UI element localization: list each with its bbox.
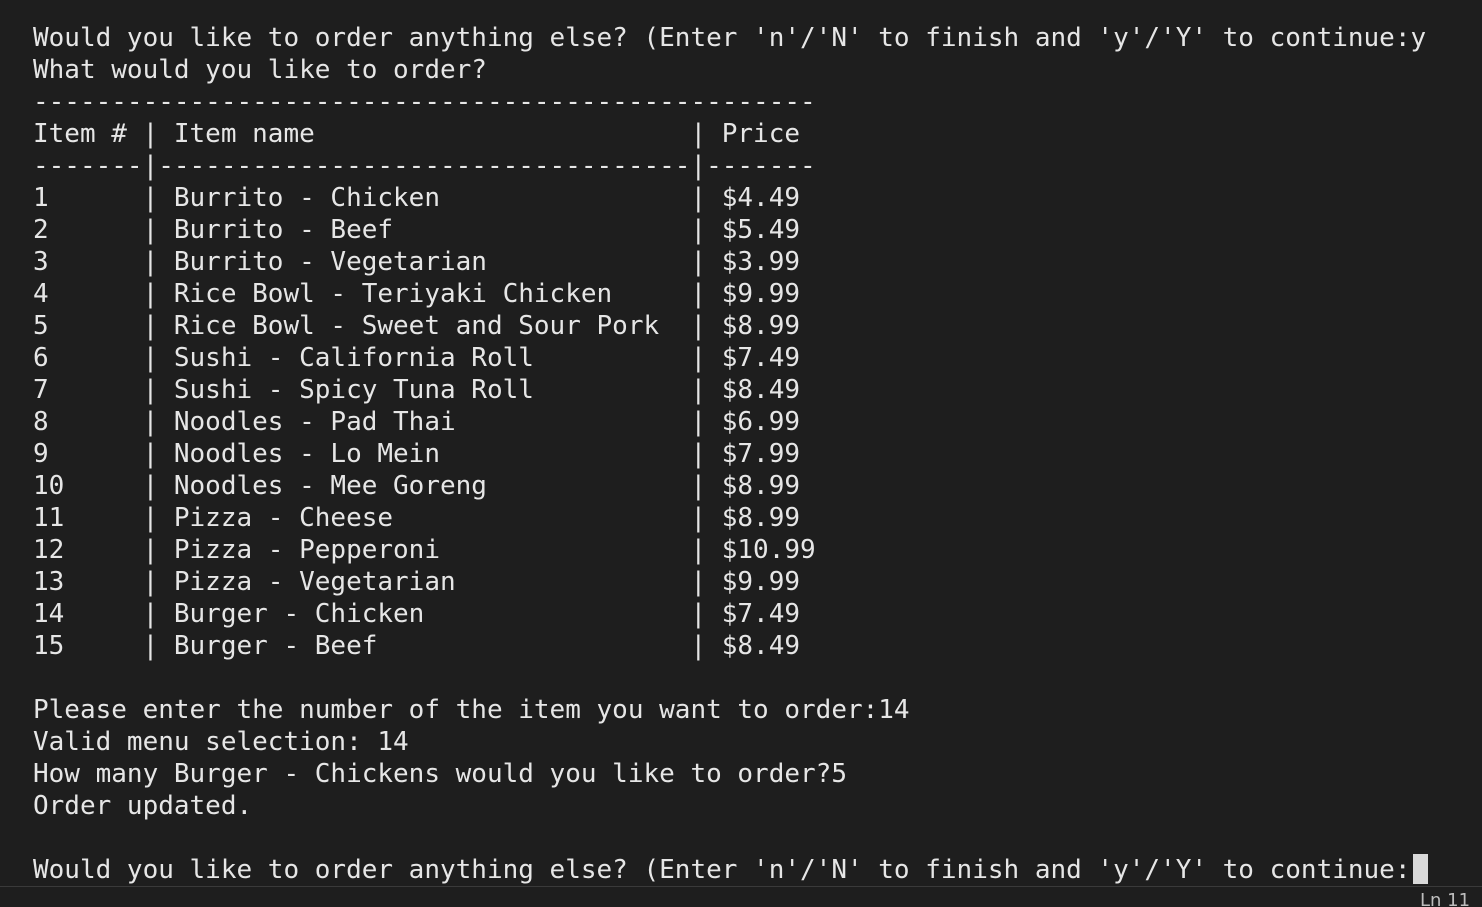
table-row: 6 | Sushi - California Roll | $7.49 [33, 343, 801, 373]
table-row: 1 | Burrito - Chicken | $4.49 [33, 183, 801, 213]
prompt-line[interactable]: Would you like to order anything else? (… [33, 854, 1482, 886]
terminal-line: Please enter the number of the item you … [33, 695, 910, 725]
table-row: 12 | Pizza - Pepperoni | $10.99 [33, 535, 816, 565]
terminal-output[interactable]: Would you like to order anything else? (… [0, 0, 1482, 907]
status-bar-position[interactable]: Ln 11 [1420, 892, 1482, 907]
terminal-line: Would you like to order anything else? (… [33, 23, 1427, 53]
prompt-text: Would you like to order anything else? (… [33, 855, 1411, 885]
table-row: 9 | Noodles - Lo Mein | $7.99 [33, 439, 801, 469]
table-row: 7 | Sushi - Spicy Tuna Roll | $8.49 [33, 375, 801, 405]
table-row: 3 | Burrito - Vegetarian | $3.99 [33, 247, 801, 277]
table-row: 11 | Pizza - Cheese | $8.99 [33, 503, 801, 533]
table-row: 10 | Noodles - Mee Goreng | $8.99 [33, 471, 801, 501]
terminal-line: What would you like to order? [33, 55, 487, 85]
table-row: 14 | Burger - Chicken | $7.49 [33, 599, 801, 629]
terminal-line: Valid menu selection: 14 [33, 727, 409, 757]
panel-divider [0, 886, 1482, 887]
table-row: 13 | Pizza - Vegetarian | $9.99 [33, 567, 801, 597]
terminal-line: Order updated. [33, 791, 253, 821]
table-row: 2 | Burrito - Beef | $5.49 [33, 215, 801, 245]
table-rule: -------|--------------------------------… [33, 151, 816, 181]
text-cursor[interactable] [1412, 854, 1428, 884]
table-rule: ----------------------------------------… [33, 87, 816, 117]
table-header: Item # | Item name | Price [33, 119, 801, 149]
terminal-line: How many Burger - Chickens would you lik… [33, 759, 847, 789]
table-row: 8 | Noodles - Pad Thai | $6.99 [33, 407, 801, 437]
table-row: 15 | Burger - Beef | $8.49 [33, 631, 801, 661]
table-row: 5 | Rice Bowl - Sweet and Sour Pork | $8… [33, 311, 801, 341]
table-row: 4 | Rice Bowl - Teriyaki Chicken | $9.99 [33, 279, 801, 309]
